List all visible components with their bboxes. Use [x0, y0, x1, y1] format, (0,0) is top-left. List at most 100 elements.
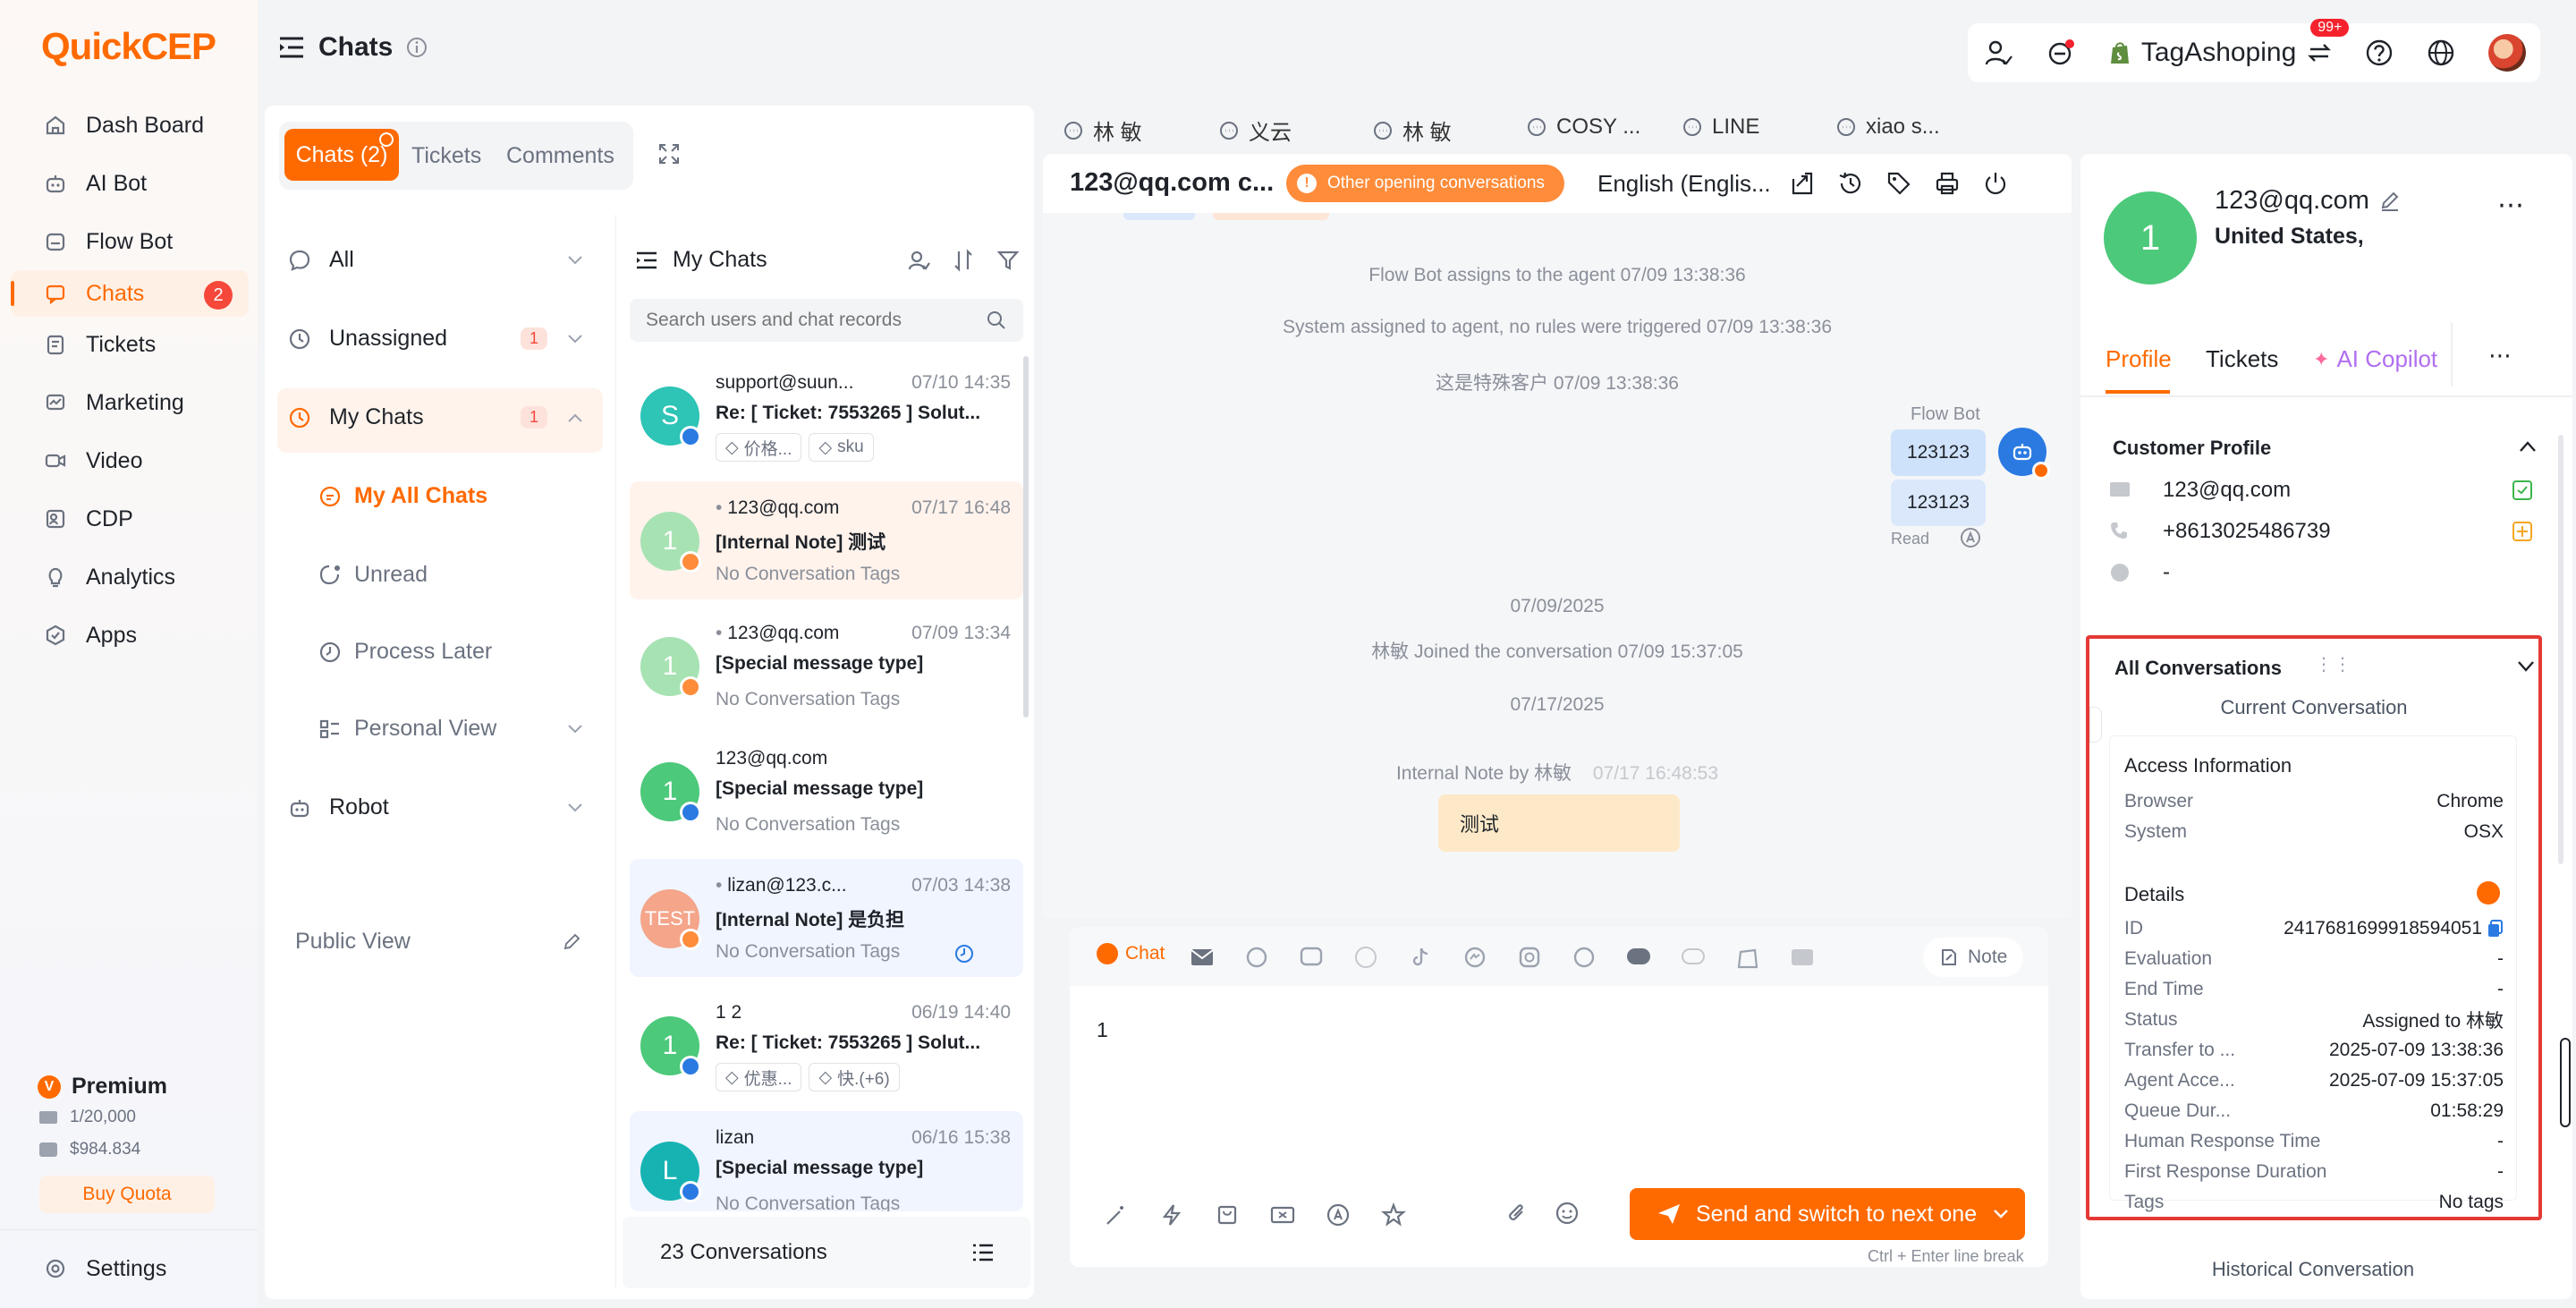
tag-icon[interactable] — [1885, 170, 1912, 197]
list-item[interactable]: 1 123@qq.com [Special message type] No C… — [630, 732, 1023, 850]
chevron-up-icon[interactable] — [2519, 440, 2537, 453]
nav-item-flow-bot[interactable]: Flow Bot — [11, 218, 249, 265]
channel-chat-tab[interactable]: Chat — [1097, 943, 1165, 964]
other-opening-conversations-button[interactable]: ! Other opening conversations — [1286, 165, 1564, 202]
list-item[interactable]: L lizan 06/16 15:38 [Special message typ… — [630, 1111, 1023, 1211]
filter-personal-view[interactable]: Personal View — [318, 716, 583, 742]
copy-icon[interactable] — [2487, 920, 2504, 938]
panel-scrollbar[interactable] — [2558, 435, 2563, 864]
filter-process-later[interactable]: Process Later — [318, 639, 492, 665]
ebay-channel-icon[interactable] — [1788, 943, 1817, 972]
amazon-channel-icon[interactable] — [1570, 943, 1598, 972]
expand-icon[interactable] — [657, 141, 682, 166]
conv-tab[interactable]: xiao s... — [1835, 115, 1940, 140]
message-editor[interactable]: 1 Send and switch to next one — [1070, 986, 2048, 1267]
agent-status-icon[interactable] — [1982, 38, 2012, 68]
filter-unassigned[interactable]: Unassigned 1 — [288, 326, 583, 352]
language-selector[interactable]: English (Englis... — [1597, 170, 1771, 198]
nav-item-settings[interactable]: Settings — [11, 1245, 249, 1292]
nav-item-tickets[interactable]: Tickets — [11, 321, 249, 368]
list-scrollbar[interactable] — [1023, 356, 1029, 718]
power-end-icon[interactable] — [1982, 170, 2009, 197]
attachment-paperclip-icon[interactable] — [1504, 1201, 1530, 1226]
edit-pencil-icon[interactable] — [2378, 190, 2402, 213]
tab-comments[interactable]: Comments — [506, 143, 614, 169]
sort-icon[interactable] — [952, 248, 975, 272]
info-icon[interactable] — [405, 36, 428, 59]
history-icon[interactable] — [1837, 170, 1864, 197]
chevron-down-icon[interactable] — [2517, 660, 2535, 673]
filter-all[interactable]: All — [288, 247, 583, 273]
busy-status-icon[interactable] — [2046, 38, 2076, 68]
nav-item-cdp[interactable]: CDP — [11, 496, 249, 542]
user-avatar[interactable] — [2488, 34, 2526, 72]
line-app-channel-icon[interactable] — [1352, 943, 1380, 972]
conv-tab[interactable]: LINE — [1682, 115, 1759, 140]
tiktok-channel-icon[interactable] — [1406, 943, 1435, 972]
search-box[interactable] — [630, 299, 1023, 342]
chat-widget-channel-icon[interactable] — [1679, 943, 1707, 972]
search-input[interactable] — [646, 310, 986, 331]
list-view-icon[interactable] — [971, 1243, 995, 1262]
store-selector[interactable]: TagAshoping 99+ — [2109, 19, 2350, 68]
translate-icon[interactable] — [1324, 1201, 1352, 1229]
verified-email-icon[interactable] — [2512, 480, 2533, 501]
nav-item-dashboard[interactable]: Dash Board — [11, 102, 249, 149]
print-icon[interactable] — [1934, 170, 1961, 197]
email-channel-icon[interactable] — [1188, 943, 1216, 972]
tabs-more-icon[interactable]: ⋯ — [2488, 342, 2512, 369]
switch-store-icon[interactable]: 99+ — [2307, 19, 2350, 65]
help-icon[interactable] — [2365, 38, 2394, 67]
list-item[interactable]: S support@suun... 07/10 14:35 Re: [ Tick… — [630, 356, 1023, 474]
list-item[interactable]: 1 1 2 06/19 14:40 Re: [ Ticket: 7553265 … — [630, 986, 1023, 1104]
buy-quota-button[interactable]: Buy Quota — [39, 1176, 215, 1213]
sms-channel-icon[interactable] — [1624, 943, 1653, 972]
shopify-channel-icon[interactable] — [1733, 943, 1762, 972]
emoji-icon[interactable] — [1555, 1201, 1580, 1226]
message-input-text[interactable]: 1 — [1097, 1018, 1108, 1042]
list-item[interactable]: 1 • 123@qq.com 07/09 13:34 [Special mess… — [630, 607, 1023, 725]
filter-funnel-icon[interactable] — [996, 249, 1020, 272]
conv-tab[interactable]: COSY ... — [1526, 115, 1640, 140]
tab-tickets[interactable]: Tickets — [2206, 345, 2278, 373]
nav-item-video[interactable]: Video — [11, 437, 249, 484]
nav-item-ai-bot[interactable]: AI Bot — [11, 160, 249, 207]
phone-action-icon[interactable] — [2512, 521, 2533, 542]
conv-tab[interactable]: 林 敏 — [1063, 115, 1142, 146]
filter-robot[interactable]: Robot — [288, 794, 583, 820]
edit-pencil-icon[interactable] — [562, 932, 581, 952]
nav-item-chats[interactable]: Chats 2 — [11, 270, 249, 317]
collapse-handle[interactable] — [2089, 707, 2102, 743]
public-view[interactable]: Public View — [295, 929, 581, 955]
quick-reply-lightning-icon[interactable] — [1157, 1201, 1186, 1229]
search-icon[interactable] — [986, 310, 1007, 331]
filter-unread[interactable]: Unread — [318, 562, 428, 588]
product-icon[interactable] — [1213, 1201, 1241, 1229]
filter-my-all-chats[interactable]: My All Chats — [318, 483, 487, 509]
messenger-channel-icon[interactable] — [1461, 943, 1489, 972]
send-dropdown-chevron-icon[interactable] — [1993, 1209, 2009, 1219]
nav-item-marketing[interactable]: Marketing — [11, 379, 249, 426]
share-export-icon[interactable] — [1789, 170, 1816, 197]
translate-icon[interactable] — [1959, 526, 1982, 549]
tab-profile[interactable]: Profile — [2106, 345, 2172, 373]
conv-tab[interactable]: 义云 — [1218, 115, 1292, 146]
line-channel-icon[interactable] — [1297, 943, 1326, 972]
whatsapp-channel-icon[interactable] — [1242, 943, 1271, 972]
nav-item-analytics[interactable]: Analytics — [11, 554, 249, 600]
conv-tab[interactable]: 林 敏 — [1372, 115, 1452, 146]
filter-my-chats[interactable]: My Chats 1 — [288, 404, 583, 430]
magic-wand-icon[interactable] — [1102, 1201, 1131, 1229]
tab-ai-copilot[interactable]: ✦ AI Copilot — [2313, 345, 2437, 373]
tab-tickets[interactable]: Tickets — [411, 143, 481, 169]
list-item[interactable]: TEST • lizan@123.c... 07/03 14:38 [Inter… — [630, 859, 1023, 977]
nav-item-apps[interactable]: Apps — [11, 612, 249, 658]
quickcep-logo[interactable]: QuickCEP — [41, 25, 216, 68]
scrollbar-thumb[interactable] — [2560, 1038, 2571, 1127]
tab-chats[interactable]: Chats (2) — [284, 129, 399, 181]
drag-handle-icon[interactable]: ⋮⋮ — [2315, 653, 2352, 675]
instagram-channel-icon[interactable] — [1515, 943, 1544, 972]
star-icon[interactable] — [1379, 1201, 1408, 1229]
coupon-icon[interactable] — [1268, 1201, 1297, 1229]
collapse-menu-icon[interactable] — [277, 35, 306, 60]
